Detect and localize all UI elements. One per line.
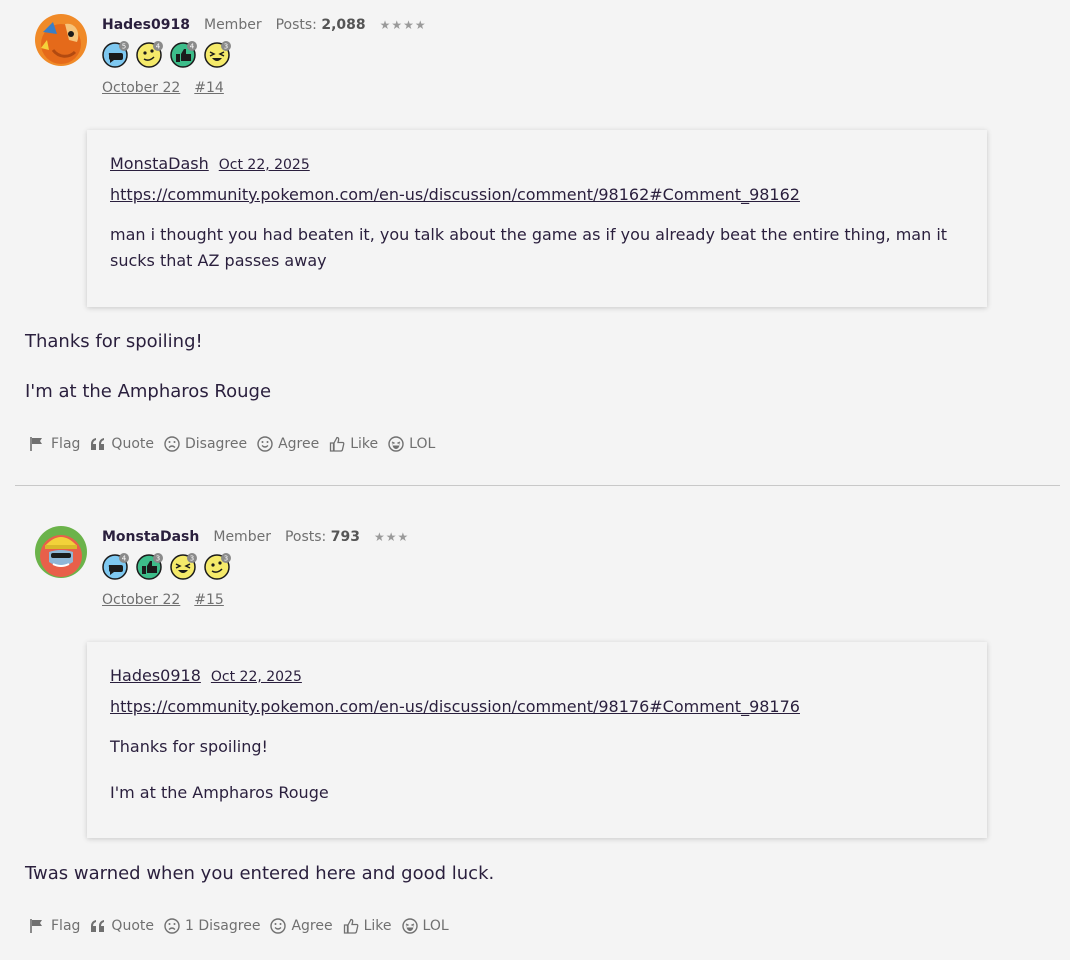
- quote-url-link[interactable]: https://community.pokemon.com/en-us/disc…: [110, 697, 964, 716]
- avatar[interactable]: [35, 526, 87, 578]
- rank-stars: ★★★: [373, 530, 410, 544]
- comment-date-link[interactable]: October 22: [102, 80, 180, 96]
- speech-bubble-icon[interactable]: 4: [102, 552, 130, 580]
- quote-button[interactable]: Quote: [90, 436, 154, 452]
- comment-paragraph: Twas warned when you entered here and go…: [25, 863, 495, 884]
- frown-icon: [164, 918, 180, 934]
- agree-button[interactable]: Agree: [257, 436, 319, 452]
- svg-text:4: 4: [190, 43, 195, 51]
- thumbs-up-icon[interactable]: 3: [136, 552, 164, 580]
- laughing-icon[interactable]: 3: [170, 552, 198, 580]
- comment-14: Hades0918 Member Posts: 2,088 ★★★★ 5 4 4…: [0, 0, 1070, 486]
- laugh-icon: [388, 436, 404, 452]
- svg-text:3: 3: [224, 43, 228, 51]
- thumbs-up-icon: [330, 436, 345, 452]
- role-label: Member: [203, 17, 262, 33]
- comment-number-link[interactable]: #14: [194, 80, 224, 96]
- quote-date-link[interactable]: Oct 22, 2025: [219, 157, 310, 173]
- flag-button[interactable]: Flag: [28, 436, 80, 452]
- author-name[interactable]: Hades0918: [102, 17, 190, 33]
- frown-icon: [164, 436, 180, 452]
- quote-text: man i thought you had beaten it, you tal…: [110, 225, 948, 270]
- thumbs-up-icon[interactable]: 4: [170, 40, 198, 68]
- posts-count: Posts: 793: [284, 529, 360, 545]
- flag-button[interactable]: Flag: [28, 918, 80, 934]
- comment-number-link[interactable]: #15: [194, 592, 224, 608]
- comment-meta: October 22 #15: [102, 592, 224, 608]
- smile-icon: [270, 918, 287, 934]
- laugh-icon: [401, 918, 418, 934]
- quote-block: Hades0918 Oct 22, 2025 https://community…: [87, 642, 987, 838]
- comment-body: Thanks for spoiling! I'm at the Ampharos…: [25, 330, 271, 404]
- smiley-icon[interactable]: 4: [136, 40, 164, 68]
- comment-15: MonstaDash Member Posts: 793 ★★★ 4 3 3 3…: [0, 512, 1070, 960]
- quote-icon: [91, 920, 105, 932]
- reaction-bar: Flag Quote 1 Disagree Agree Like LOL: [28, 918, 459, 934]
- comment-paragraph: I'm at the Ampharos Rouge: [25, 381, 272, 402]
- svg-text:5: 5: [122, 43, 126, 51]
- avatar[interactable]: [35, 14, 87, 66]
- rank-stars: ★★★★: [379, 18, 427, 32]
- comment-meta: October 22 #14: [102, 80, 224, 96]
- smile-icon: [257, 436, 273, 452]
- comment-divider: [15, 485, 1060, 486]
- quote-author-link[interactable]: Hades0918: [110, 666, 201, 685]
- quote-text: Thanks for spoiling! I'm at the Ampharos…: [110, 737, 329, 802]
- agree-button[interactable]: Agree: [270, 918, 333, 934]
- smiley-icon[interactable]: 3: [204, 552, 232, 580]
- flag-icon: [30, 437, 42, 451]
- svg-text:4: 4: [156, 43, 161, 51]
- quote-date-link[interactable]: Oct 22, 2025: [211, 669, 302, 685]
- comment-date-link[interactable]: October 22: [102, 592, 180, 608]
- quote-block: MonstaDash Oct 22, 2025 https://communit…: [87, 130, 987, 307]
- like-button[interactable]: Like: [343, 918, 392, 934]
- comment-paragraph: Thanks for spoiling!: [25, 331, 203, 352]
- quote-url-link[interactable]: https://community.pokemon.com/en-us/disc…: [110, 185, 964, 204]
- quote-author-link[interactable]: MonstaDash: [110, 154, 209, 173]
- quote-icon: [91, 438, 105, 450]
- svg-text:3: 3: [190, 555, 194, 563]
- lol-button[interactable]: LOL: [401, 918, 449, 934]
- disagree-button[interactable]: 1 Disagree: [164, 918, 260, 934]
- author-name[interactable]: MonstaDash: [102, 529, 199, 545]
- comment-body: Twas warned when you entered here and go…: [25, 862, 494, 886]
- speech-bubble-icon[interactable]: 5: [102, 40, 130, 68]
- flag-icon: [30, 919, 42, 933]
- svg-text:3: 3: [224, 555, 228, 563]
- quote-button[interactable]: Quote: [90, 918, 154, 934]
- reaction-bar: Flag Quote Disagree Agree Like LOL: [28, 436, 445, 452]
- lol-button[interactable]: LOL: [388, 436, 435, 452]
- thumbs-up-icon: [343, 918, 358, 934]
- svg-text:4: 4: [122, 555, 127, 563]
- like-button[interactable]: Like: [329, 436, 378, 452]
- role-label: Member: [213, 529, 271, 545]
- badge-list: 5 4 4 3: [102, 40, 232, 68]
- posts-count: Posts: 2,088: [275, 17, 366, 33]
- badge-list: 4 3 3 3: [102, 552, 232, 580]
- laughing-icon[interactable]: 3: [204, 40, 232, 68]
- disagree-button[interactable]: Disagree: [164, 436, 247, 452]
- svg-text:3: 3: [156, 555, 160, 563]
